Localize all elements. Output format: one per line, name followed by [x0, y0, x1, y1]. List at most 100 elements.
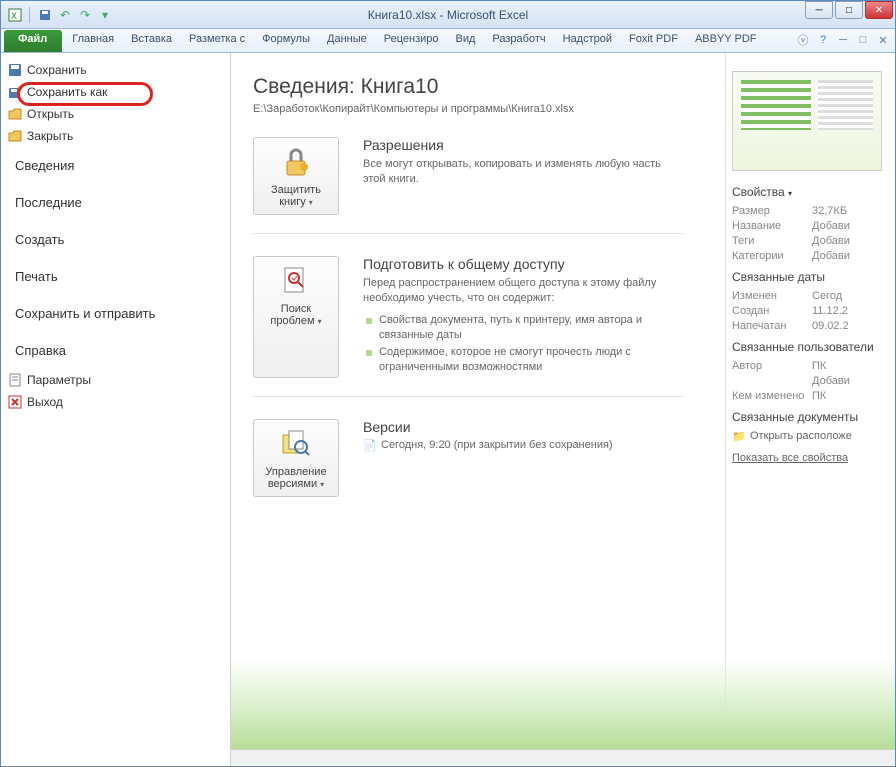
- properties-panel: Свойства ▾ Размер32,7КБ НазваниеДобави Т…: [725, 53, 895, 766]
- doc-restore-icon[interactable]: □: [855, 32, 871, 48]
- maximize-button[interactable]: □: [835, 1, 863, 19]
- button-label: Управление версиями: [265, 466, 326, 490]
- prop-value[interactable]: Добави: [812, 375, 850, 387]
- tab-file[interactable]: Файл: [4, 30, 62, 52]
- sidebar-item-close[interactable]: Закрыть: [1, 125, 230, 147]
- horizontal-scrollbar[interactable]: [231, 749, 895, 766]
- tab-insert[interactable]: Вставка: [123, 29, 181, 52]
- tab-formulas[interactable]: Формулы: [254, 29, 319, 52]
- help-icon[interactable]: ?: [815, 32, 831, 48]
- sidebar-item-new[interactable]: Создать: [1, 221, 230, 258]
- prop-value: ПК: [812, 360, 826, 372]
- chevron-down-icon: ▾: [318, 317, 322, 326]
- prop-value: 09.02.2: [812, 320, 849, 332]
- exit-icon: [7, 394, 23, 410]
- button-label: Поиск проблем: [270, 303, 314, 327]
- qat-undo-icon[interactable]: ↶: [56, 6, 74, 24]
- chevron-down-icon: ▾: [788, 189, 792, 198]
- close-button[interactable]: ✕: [865, 1, 893, 19]
- sidebar-item-print[interactable]: Печать: [1, 258, 230, 295]
- ribbon-tabs: Файл Главная Вставка Разметка с Формулы …: [1, 29, 895, 53]
- sidebar-item-label: Открыть: [27, 107, 74, 121]
- minimize-button[interactable]: ─: [805, 1, 833, 19]
- protect-workbook-button[interactable]: Защитить книгу ▾: [253, 137, 339, 215]
- lock-icon: [278, 144, 314, 180]
- backstage-sidebar: Сохранить Сохранить как Открыть Закрыть …: [1, 53, 231, 766]
- sidebar-item-label: Параметры: [27, 373, 91, 387]
- prop-key: Напечатан: [732, 320, 812, 332]
- prop-key: Теги: [732, 235, 812, 247]
- manage-versions-button[interactable]: Управление версиями ▾: [253, 419, 339, 497]
- prop-value[interactable]: Добави: [812, 235, 850, 247]
- sidebar-item-recent[interactable]: Последние: [1, 184, 230, 221]
- open-icon: [7, 106, 23, 122]
- close-file-icon: [7, 128, 23, 144]
- qat-save-icon[interactable]: [36, 6, 54, 24]
- options-icon: [7, 372, 23, 388]
- sidebar-item-share[interactable]: Сохранить и отправить: [1, 295, 230, 332]
- doc-minimize-icon[interactable]: ─: [835, 32, 851, 48]
- prop-value: ПК: [812, 390, 826, 402]
- tab-data[interactable]: Данные: [319, 29, 376, 52]
- chevron-down-icon: ▾: [309, 198, 313, 207]
- sidebar-item-help[interactable]: Справка: [1, 332, 230, 369]
- tab-layout[interactable]: Разметка с: [181, 29, 254, 52]
- sidebar-item-options[interactable]: Параметры: [1, 369, 230, 391]
- sidebar-item-label: Сохранить как: [27, 85, 107, 99]
- app-icon: X: [7, 7, 23, 23]
- versions-icon: [278, 426, 314, 462]
- tab-review[interactable]: Рецензиро: [376, 29, 448, 52]
- related-docs-header: Связанные документы: [732, 410, 895, 424]
- prop-key: [732, 375, 812, 387]
- version-item[interactable]: Сегодня, 9:20 (при закрытии без сохранен…: [363, 439, 683, 451]
- section-title: Версии: [363, 419, 683, 435]
- svg-text:X: X: [11, 11, 17, 21]
- prop-value[interactable]: Добави: [812, 220, 850, 232]
- issue-item: Свойства документа, путь к принтеру, имя…: [363, 313, 683, 343]
- document-thumbnail[interactable]: [732, 71, 882, 171]
- open-location-link[interactable]: Открыть расположе: [732, 430, 895, 442]
- related-users-header: Связанные пользователи: [732, 340, 895, 354]
- prop-key: Название: [732, 220, 812, 232]
- sidebar-item-info[interactable]: Сведения: [1, 147, 230, 184]
- tab-view[interactable]: Вид: [448, 29, 485, 52]
- related-dates-header: Связанные даты: [732, 270, 895, 284]
- titlebar: X ↶ ↷ ▾ Книга10.xlsx - Microsoft Excel ─…: [1, 1, 895, 29]
- doc-close-icon[interactable]: ✕: [875, 32, 891, 48]
- sidebar-item-label: Сохранить: [27, 63, 87, 77]
- prop-key: Автор: [732, 360, 812, 372]
- section-title: Разрешения: [363, 137, 683, 153]
- prop-key: Создан: [732, 305, 812, 317]
- ribbon-minimize-icon[interactable]: ⓥ: [795, 32, 811, 48]
- tab-developer[interactable]: Разработч: [484, 29, 554, 52]
- sidebar-item-saveas[interactable]: Сохранить как: [1, 81, 230, 103]
- sidebar-item-label: Закрыть: [27, 129, 73, 143]
- prop-key: Категории: [732, 250, 812, 262]
- tab-foxit[interactable]: Foxit PDF: [621, 29, 687, 52]
- check-issues-button[interactable]: Поиск проблем ▾: [253, 256, 339, 378]
- sidebar-item-exit[interactable]: Выход: [1, 391, 230, 413]
- sidebar-item-open[interactable]: Открыть: [1, 103, 230, 125]
- tab-abbyy[interactable]: ABBYY PDF: [687, 29, 766, 52]
- sidebar-item-label: Последние: [15, 195, 82, 210]
- show-all-props-link[interactable]: Показать все свойства: [732, 452, 895, 464]
- qat-redo-icon[interactable]: ↷: [76, 6, 94, 24]
- properties-header[interactable]: Свойства ▾: [732, 185, 895, 199]
- save-icon: [7, 62, 23, 78]
- prop-value: 11.12.2: [812, 305, 848, 317]
- tab-addins[interactable]: Надстрой: [555, 29, 621, 52]
- button-label: Защитить книгу: [271, 184, 321, 208]
- section-title: Подготовить к общему доступу: [363, 256, 683, 272]
- sidebar-item-save[interactable]: Сохранить: [1, 59, 230, 81]
- prop-key: Кем изменено: [732, 390, 812, 402]
- sidebar-item-label: Печать: [15, 269, 58, 284]
- sidebar-item-label: Справка: [15, 343, 66, 358]
- prop-value[interactable]: Добави: [812, 250, 850, 262]
- saveas-icon: [7, 84, 23, 100]
- prop-key: Размер: [732, 205, 812, 217]
- sidebar-item-label: Создать: [15, 232, 64, 247]
- section-text: Все могут открывать, копировать и изменя…: [363, 157, 683, 188]
- tab-home[interactable]: Главная: [64, 29, 123, 52]
- prop-value: Сегод: [812, 290, 842, 302]
- qat-customize-icon[interactable]: ▾: [96, 6, 114, 24]
